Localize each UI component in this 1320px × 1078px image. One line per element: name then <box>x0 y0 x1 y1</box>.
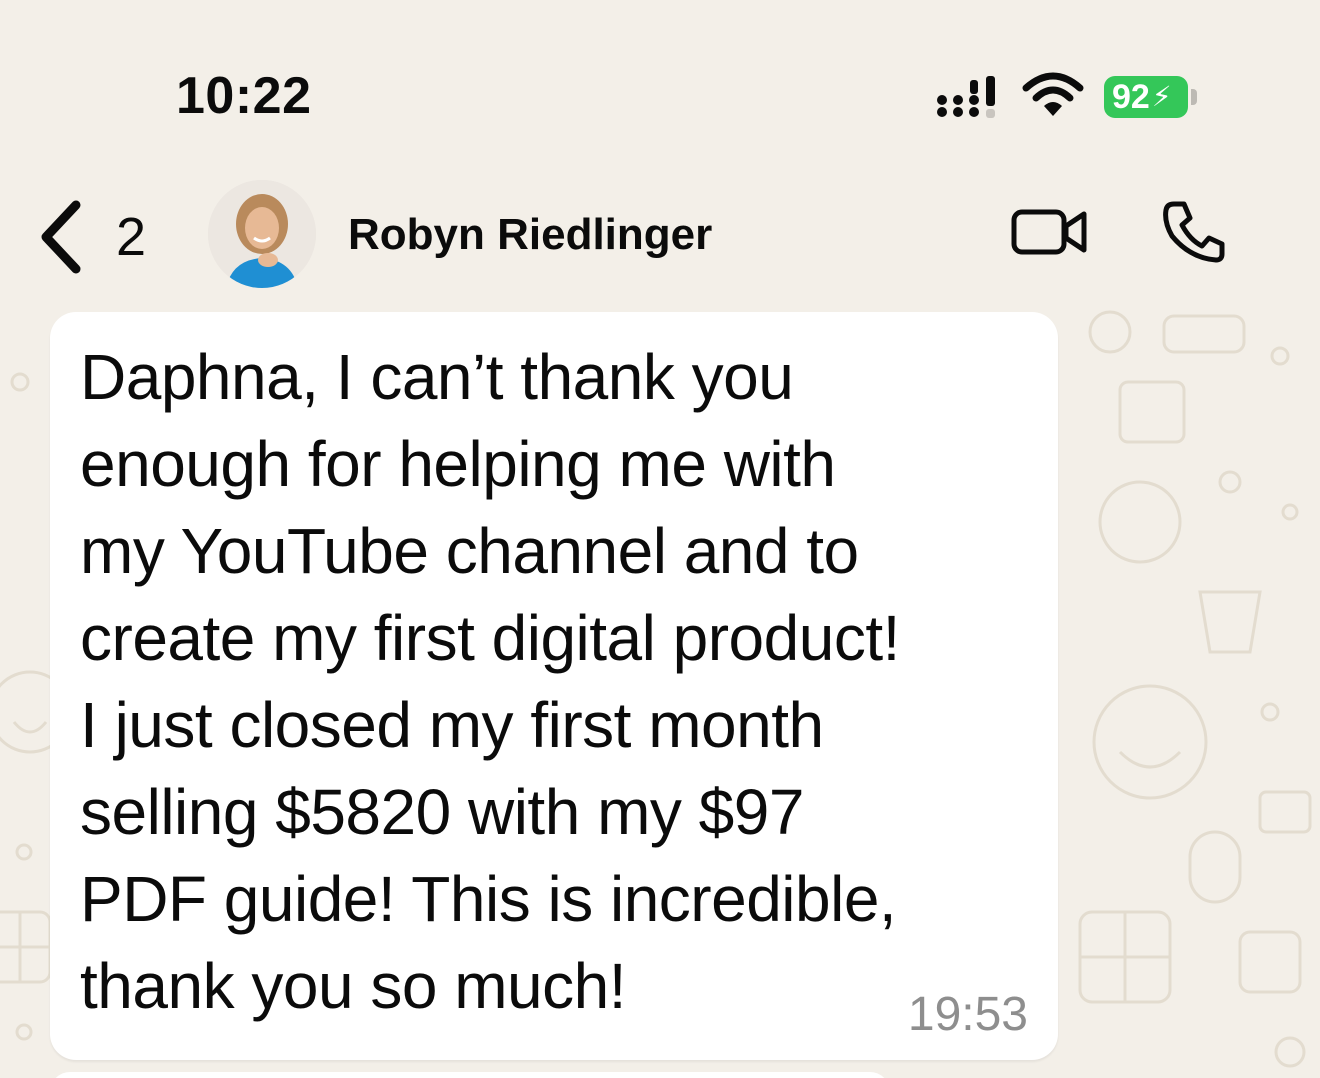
phone-icon[interactable] <box>1160 198 1228 266</box>
status-time: 10:22 <box>176 67 312 125</box>
message-bubble[interactable]: Daphna, I can’t thank you enough for hel… <box>50 312 1058 1060</box>
next-message-bubble[interactable] <box>50 1072 890 1078</box>
message-timestamp: 19:53 <box>907 988 1028 1041</box>
battery-level: 92 <box>1112 78 1150 116</box>
battery-indicator: 92 ⚡ <box>1104 76 1188 118</box>
cellular-signal-icon <box>937 76 995 118</box>
status-bar: 10:22 92 ⚡ <box>0 0 1320 180</box>
back-button[interactable]: 2 <box>36 192 176 282</box>
charging-bolt-icon: ⚡ <box>1151 81 1172 112</box>
avatar[interactable] <box>208 180 316 288</box>
video-camera-icon[interactable] <box>1010 204 1090 260</box>
unread-count: 2 <box>116 207 147 267</box>
avatar-image <box>208 180 316 288</box>
message-text: Daphna, I can’t thank you enough for hel… <box>80 341 900 1022</box>
contact-name[interactable]: Robyn Riedlinger <box>348 210 712 260</box>
wifi-icon <box>1022 72 1084 116</box>
chat-header: 2 Robyn Riedlinger <box>0 180 1320 292</box>
battery-tip <box>1191 89 1197 105</box>
chevron-left-icon <box>41 200 81 274</box>
